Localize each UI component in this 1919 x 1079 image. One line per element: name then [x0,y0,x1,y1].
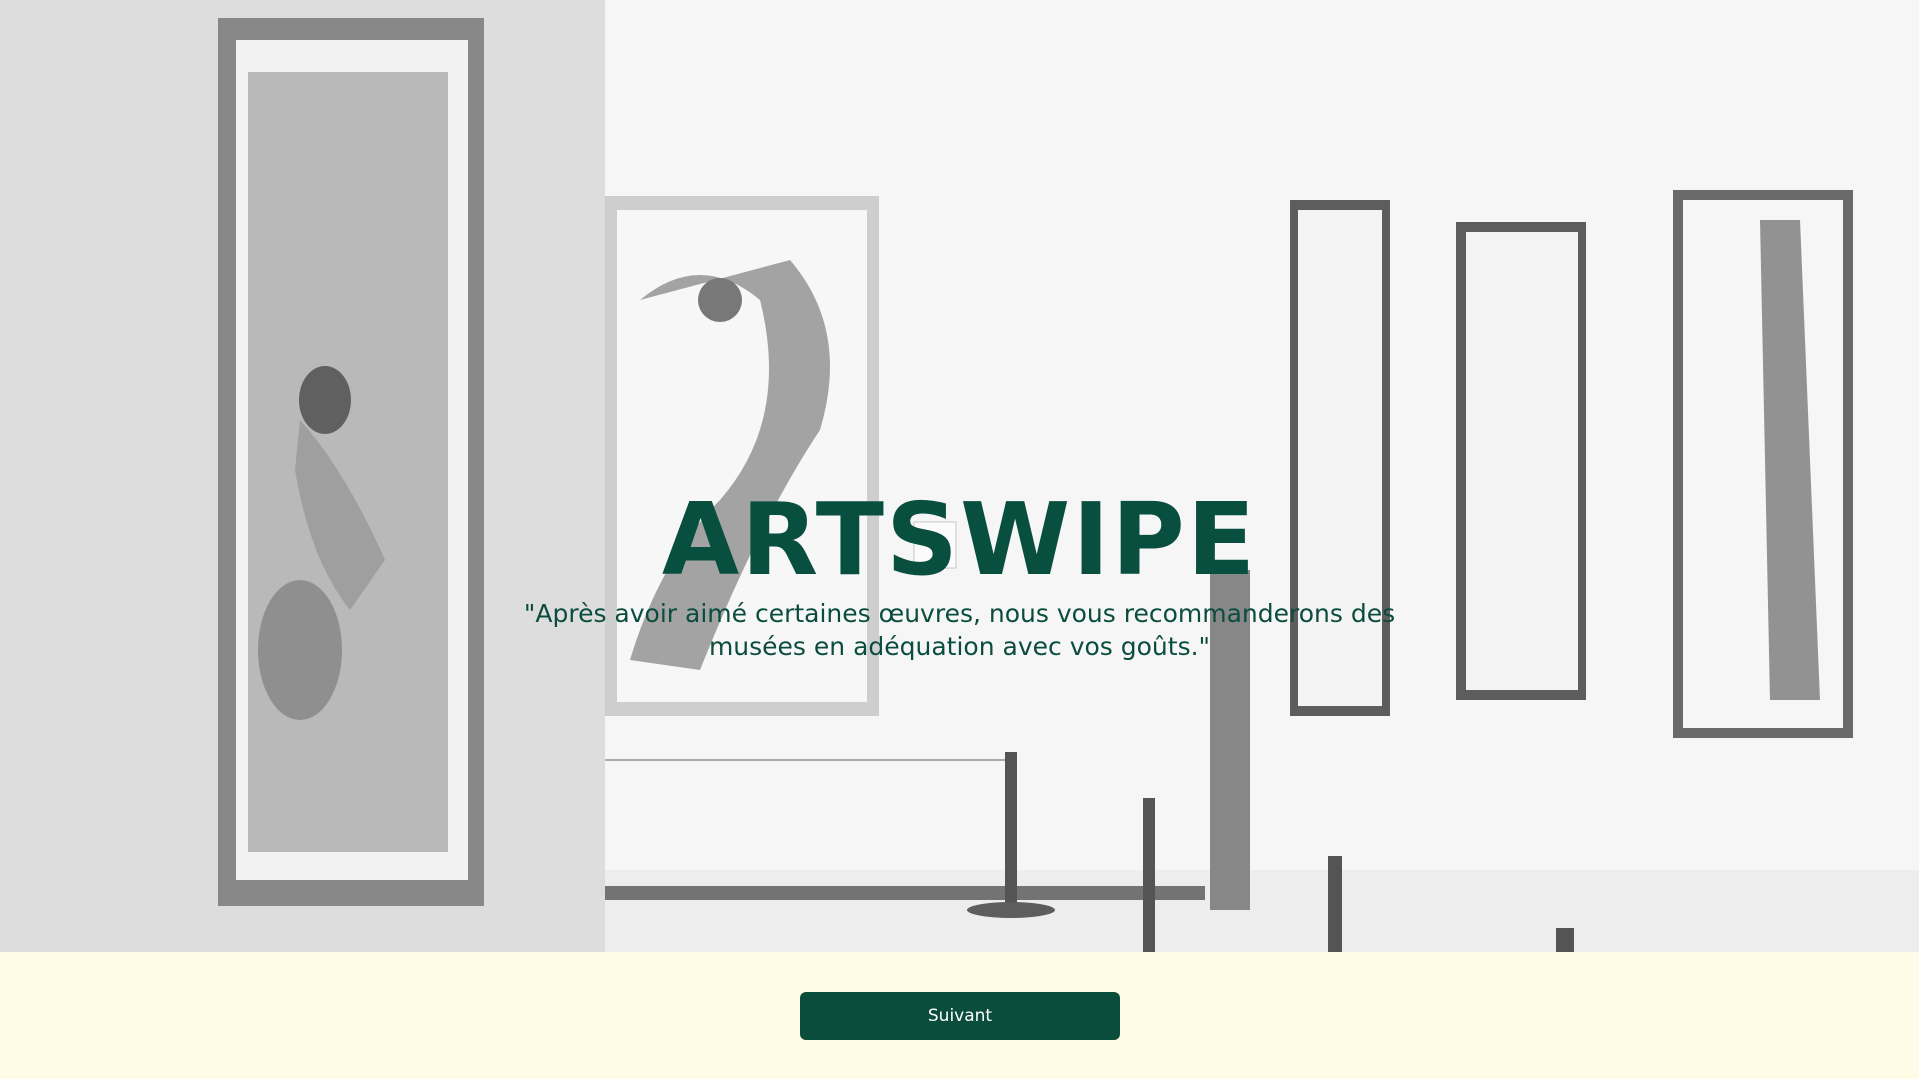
next-button[interactable]: Suivant [800,992,1120,1040]
app-title: ARTSWIPE [661,481,1258,598]
tagline-quote: "Après avoir aimé certaines œuvres, nous… [523,599,1396,661]
hero-overlay [0,0,1919,952]
hero-section: ARTSWIPE "Après avoir aimé certaines œuv… [0,0,1919,952]
